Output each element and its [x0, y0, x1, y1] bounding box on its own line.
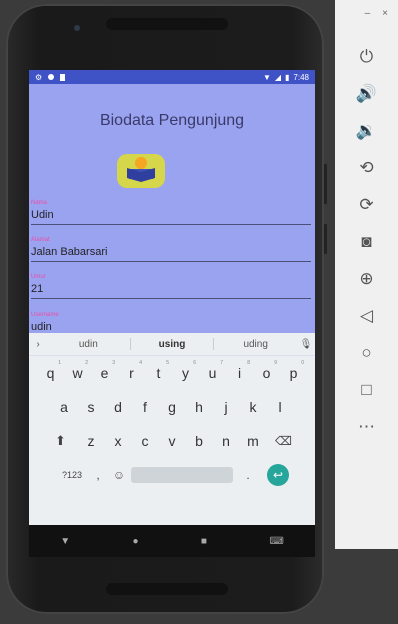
camera-lens [74, 25, 80, 31]
key-q[interactable]: 1q [37, 360, 64, 381]
key-s[interactable]: s [78, 399, 105, 415]
key-y[interactable]: 6y [172, 360, 199, 381]
sd-card-icon [60, 73, 66, 81]
soft-keyboard: › udin using uding 🎙 1q 2w 3e 4r 5t 6y 7… [29, 333, 315, 525]
app-logo [117, 154, 165, 188]
key-row-3: ⬆ z x c v b n m ⌫ [29, 424, 315, 458]
key-a[interactable]: a [51, 399, 78, 415]
rotate-right-icon[interactable]: ⟳ [335, 186, 398, 223]
emoji-icon[interactable]: ☺ [107, 468, 131, 482]
key-row-1: 1q 2w 3e 4r 5t 6y 7u 8i 9o 0p [29, 356, 315, 390]
key-b[interactable]: b [186, 433, 213, 449]
symbols-key[interactable]: ?123 [55, 470, 89, 480]
rotate-left-icon[interactable]: ⟲ [335, 149, 398, 186]
chevron-right-icon[interactable]: › [29, 339, 47, 350]
microphone-icon[interactable]: 🎙 [297, 339, 315, 350]
signal-icon: ◢ [274, 72, 282, 82]
key-f[interactable]: f [132, 399, 159, 415]
enter-icon[interactable]: ↩ [267, 464, 289, 486]
overview-icon[interactable]: □ [335, 371, 398, 408]
key-t[interactable]: 5t [145, 360, 172, 381]
home-icon[interactable]: ○ [335, 334, 398, 371]
suggestion-item[interactable]: using [131, 339, 214, 350]
back-icon[interactable]: ◁ [335, 297, 398, 334]
navigation-bar: ▼ ● ■ ⌨ [29, 525, 315, 557]
close-icon[interactable]: × [382, 8, 388, 38]
notification-icon [48, 74, 55, 80]
umur-field[interactable]: Umur 21 [31, 274, 311, 299]
keyboard-switch-icon[interactable]: ⌨ [269, 536, 283, 547]
emulator-toolbar: – × ⏻ 🔊 🔉 ⟲ ⟳ ◙ ⊕ ◁ ○ □ ⋯ [335, 0, 398, 549]
phone-frame: ⚙ ▼ ◢ ▮ 7:48 Biodata Pengunjung Nama Udi… [6, 4, 327, 614]
nama-field[interactable]: Nama Udin [31, 200, 311, 225]
key-d[interactable]: d [105, 399, 132, 415]
key-p[interactable]: 0p [280, 360, 307, 381]
power-icon[interactable]: ⏻ [335, 38, 398, 75]
nama-label: Nama [31, 200, 48, 206]
key-v[interactable]: v [159, 433, 186, 449]
key-w[interactable]: 2w [64, 360, 91, 381]
key-k[interactable]: k [240, 399, 267, 415]
emulator-window-controls: – × [335, 0, 398, 38]
umur-input[interactable]: 21 [31, 282, 311, 296]
settings-icon: ⚙ [35, 72, 43, 82]
book-reader-icon [127, 157, 155, 182]
key-o[interactable]: 9o [253, 360, 280, 381]
key-l[interactable]: l [267, 399, 294, 415]
key-e[interactable]: 3e [91, 360, 118, 381]
comma-key[interactable]: , [89, 468, 107, 482]
suggestion-item[interactable]: udin [47, 339, 130, 350]
space-key[interactable] [131, 467, 233, 483]
bottom-speaker [106, 583, 228, 595]
nama-input[interactable]: Udin [31, 208, 311, 222]
shift-icon[interactable]: ⬆ [44, 433, 78, 449]
key-i[interactable]: 8i [226, 360, 253, 381]
key-row-2: a s d f g h j k l [29, 390, 315, 424]
umur-label: Umur [31, 274, 46, 280]
top-speaker [106, 18, 228, 30]
camera-icon[interactable]: ◙ [335, 223, 398, 260]
battery-icon: ▮ [285, 72, 290, 82]
period-key[interactable]: . [233, 468, 263, 482]
key-h[interactable]: h [186, 399, 213, 415]
key-r[interactable]: 4r [118, 360, 145, 381]
key-u[interactable]: 7u [199, 360, 226, 381]
username-label: Username [31, 312, 59, 318]
device-screen: ⚙ ▼ ◢ ▮ 7:48 Biodata Pengunjung Nama Udi… [29, 70, 315, 557]
alamat-label: Alamat [31, 237, 50, 243]
home-nav-icon[interactable]: ● [132, 536, 138, 547]
volume-down-icon[interactable]: 🔉 [335, 112, 398, 149]
status-bar: ⚙ ▼ ◢ ▮ 7:48 [29, 70, 315, 84]
alamat-input[interactable]: Jalan Babarsari [31, 245, 311, 259]
more-icon[interactable]: ⋯ [335, 408, 398, 445]
zoom-icon[interactable]: ⊕ [335, 260, 398, 297]
volume-up-icon[interactable]: 🔊 [335, 75, 398, 112]
status-time: 7:48 [293, 72, 309, 82]
minimize-icon[interactable]: – [365, 8, 371, 38]
app-content: Biodata Pengunjung Nama Udin Alamat Jala… [29, 84, 315, 346]
key-row-4: ?123 , ☺ . ↩ [29, 458, 315, 492]
key-g[interactable]: g [159, 399, 186, 415]
wifi-icon: ▼ [262, 72, 271, 82]
recents-nav-icon[interactable]: ■ [201, 536, 207, 547]
key-j[interactable]: j [213, 399, 240, 415]
key-z[interactable]: z [78, 433, 105, 449]
page-title: Biodata Pengunjung [99, 112, 245, 129]
power-button [324, 224, 327, 254]
key-m[interactable]: m [240, 433, 267, 449]
volume-button [324, 164, 327, 204]
key-x[interactable]: x [105, 433, 132, 449]
back-nav-icon[interactable]: ▼ [60, 536, 70, 547]
key-n[interactable]: n [213, 433, 240, 449]
suggestion-item[interactable]: uding [214, 339, 297, 350]
backspace-icon[interactable]: ⌫ [267, 434, 301, 448]
username-input[interactable]: udin [31, 320, 311, 334]
alamat-field[interactable]: Alamat Jalan Babarsari [31, 237, 311, 262]
suggestion-strip: › udin using uding 🎙 [29, 333, 315, 356]
key-c[interactable]: c [132, 433, 159, 449]
